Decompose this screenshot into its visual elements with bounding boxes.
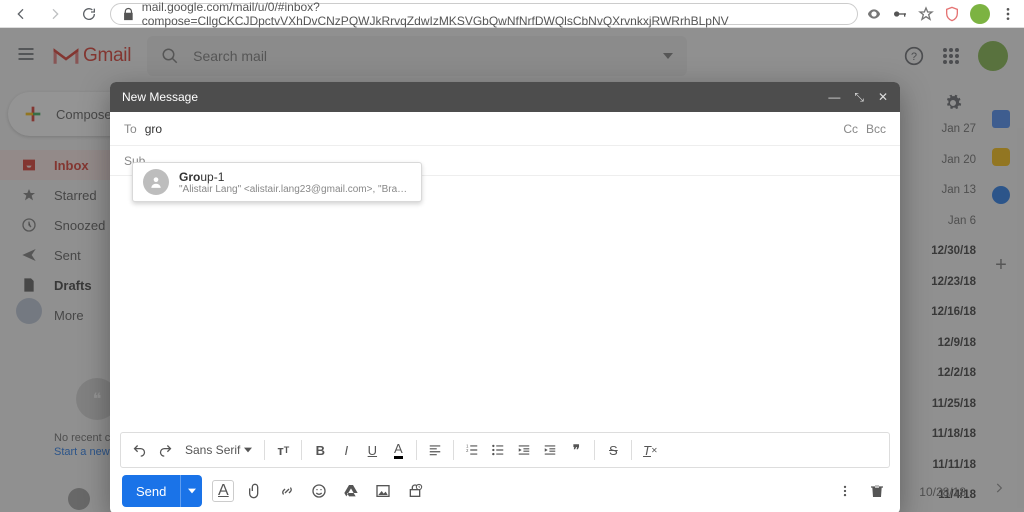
browser-toolbar: mail.google.com/mail/u/0/#inbox?compose=… <box>0 0 1024 28</box>
restore-icon[interactable]: ⤡ <box>854 90 864 105</box>
contact-suggestion[interactable]: Group-1 "Alistair Lang" <alistair.lang23… <box>132 162 422 202</box>
star-icon[interactable] <box>918 6 934 22</box>
more-options-icon[interactable] <box>834 480 856 502</box>
attach-icon[interactable] <box>244 480 266 502</box>
lock-icon <box>121 6 136 22</box>
to-input[interactable]: gro <box>145 122 162 136</box>
eye-icon[interactable] <box>866 6 882 22</box>
unordered-list-button[interactable] <box>486 438 510 462</box>
ordered-list-button[interactable]: 12 <box>460 438 484 462</box>
bold-button[interactable]: B <box>308 438 332 462</box>
address-bar[interactable]: mail.google.com/mail/u/0/#inbox?compose=… <box>110 3 858 25</box>
send-button[interactable]: Send <box>122 475 202 507</box>
kebab-icon[interactable] <box>1000 6 1016 22</box>
font-size-button[interactable]: тT <box>271 438 295 462</box>
format-toolbar: Sans Serif тT B I U A 12 ❞ S T✕ <box>120 432 890 468</box>
font-select[interactable]: Sans Serif <box>179 443 258 457</box>
to-label: To <box>124 122 137 136</box>
compose-dialog: New Message — ⤡ ✕ To gro Cc Bcc Sub Grou… <box>110 82 900 512</box>
italic-button[interactable]: I <box>334 438 358 462</box>
shield-icon[interactable] <box>944 6 960 22</box>
trash-icon[interactable] <box>866 480 888 502</box>
quote-button[interactable]: ❞ <box>564 438 588 462</box>
confidential-icon[interactable] <box>404 480 426 502</box>
align-button[interactable] <box>423 438 447 462</box>
emoji-icon[interactable] <box>308 480 330 502</box>
undo-button[interactable] <box>127 438 151 462</box>
svg-text:2: 2 <box>467 448 470 453</box>
chevron-down-icon <box>244 446 252 454</box>
suggestion-name: Group-1 <box>179 170 409 184</box>
minimize-icon[interactable]: — <box>828 90 840 105</box>
person-icon <box>143 169 169 195</box>
bcc-button[interactable]: Bcc <box>866 122 886 136</box>
send-options-icon[interactable] <box>180 475 202 507</box>
image-icon[interactable] <box>372 480 394 502</box>
dialog-title: New Message <box>122 90 198 104</box>
link-icon[interactable] <box>276 480 298 502</box>
drive-icon[interactable] <box>340 480 362 502</box>
key-icon[interactable] <box>892 6 908 22</box>
cc-button[interactable]: Cc <box>843 122 858 136</box>
dialog-titlebar[interactable]: New Message — ⤡ ✕ <box>110 82 900 112</box>
forward-button[interactable] <box>42 1 68 27</box>
send-label: Send <box>122 484 180 499</box>
indent-more-button[interactable] <box>538 438 562 462</box>
url-text: mail.google.com/mail/u/0/#inbox?compose=… <box>142 0 847 28</box>
underline-button[interactable]: U <box>360 438 384 462</box>
suggestion-detail: "Alistair Lang" <alistair.lang23@gmail.c… <box>179 184 409 195</box>
clear-format-button[interactable]: T✕ <box>638 438 662 462</box>
strike-button[interactable]: S <box>601 438 625 462</box>
indent-less-button[interactable] <box>512 438 536 462</box>
reload-button[interactable] <box>76 1 102 27</box>
send-toolbar: Send A <box>110 468 900 512</box>
text-format-toggle[interactable]: A <box>212 480 234 502</box>
profile-avatar[interactable] <box>970 4 990 24</box>
browser-extensions <box>866 4 1016 24</box>
back-button[interactable] <box>8 1 34 27</box>
redo-button[interactable] <box>153 438 177 462</box>
to-field-row[interactable]: To gro Cc Bcc <box>110 112 900 146</box>
text-color-button[interactable]: A <box>386 438 410 462</box>
close-icon[interactable]: ✕ <box>878 90 888 105</box>
compose-body[interactable] <box>110 176 900 432</box>
gmail-app: Gmail Search mail ? Compose Inbox Starre… <box>0 28 1024 512</box>
